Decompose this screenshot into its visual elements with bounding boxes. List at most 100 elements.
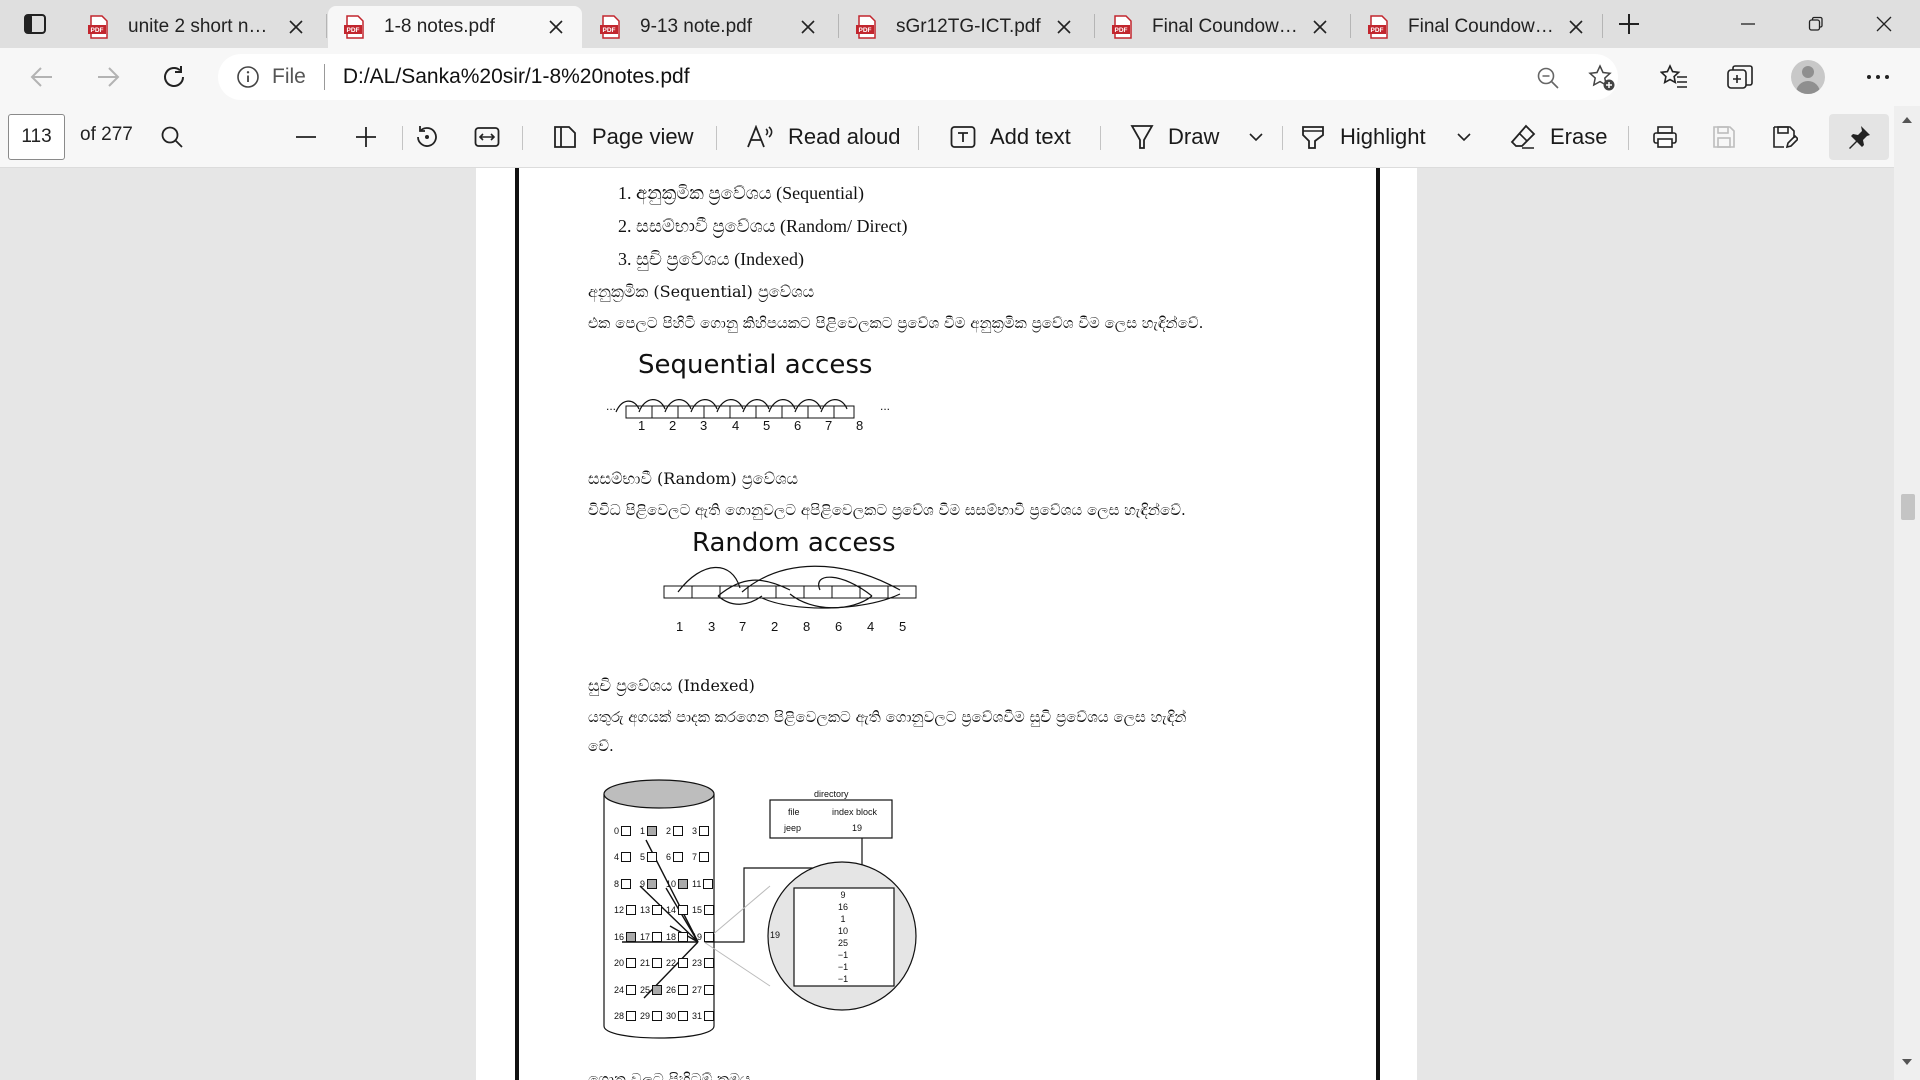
pdf-file-icon: PDF [88, 15, 108, 39]
disk-block: 7 [692, 852, 718, 862]
disk-block: 28 [614, 1011, 640, 1021]
refresh-button[interactable] [154, 57, 194, 97]
page-view-icon [554, 126, 576, 148]
add-text-button[interactable]: Add text [950, 116, 1071, 158]
disk-block: 21 [640, 958, 666, 968]
arrow-right-icon [98, 67, 120, 87]
address-bar[interactable]: File D:/AL/Sanka%20sir/1-8%20notes.pdf [218, 54, 1618, 100]
tab-title: 1-8 notes.pdf [384, 16, 495, 37]
index-block-value: 9 [840, 890, 846, 900]
highlighter-icon [1302, 126, 1324, 149]
restore-button[interactable] [1782, 0, 1850, 48]
erase-button[interactable]: Erase [1510, 116, 1607, 158]
draw-button[interactable]: Draw [1130, 116, 1219, 158]
close-tab-icon[interactable] [286, 17, 306, 37]
tab-1-8-notes[interactable]: PDF 1-8 notes.pdf [328, 6, 582, 48]
settings-more-button[interactable] [1858, 57, 1898, 97]
sequential-number: 3 [700, 418, 708, 433]
save-as-icon [1773, 126, 1798, 149]
scrollbar-thumb[interactable] [1901, 494, 1915, 520]
tab-final-coundown-b[interactable]: PDF Final Coundown 01 [1352, 6, 1602, 48]
minimize-button[interactable] [1714, 0, 1782, 48]
fit-width-icon [474, 127, 500, 147]
page-view-button[interactable]: Page view [552, 116, 694, 158]
close-tab-icon[interactable] [798, 17, 818, 37]
close-tab-icon[interactable] [1310, 17, 1330, 37]
save-as-button[interactable] [1772, 116, 1798, 158]
address-divider [323, 64, 325, 90]
svg-text:PDF: PDF [603, 27, 616, 34]
star-add-icon [1588, 64, 1615, 91]
info-icon[interactable] [236, 65, 260, 89]
find-button[interactable] [160, 116, 184, 158]
tab-separator [1350, 14, 1351, 38]
sequential-number: 8 [856, 418, 864, 433]
tab-actions-button[interactable] [14, 8, 56, 40]
sequential-description: එක පෙලට පිහිටි ගොනු කිහිපයකට පිළිවෙලකට ප… [588, 314, 1204, 332]
tab-actions-icon [24, 14, 46, 34]
toolbar-separator [1628, 126, 1629, 150]
disk-block: 12 [614, 905, 640, 915]
zoom-out-indicator[interactable] [1534, 64, 1562, 92]
disk-block: 31 [692, 1011, 718, 1021]
rotate-button[interactable] [414, 116, 440, 158]
printer-icon [1653, 126, 1677, 148]
chevron-down-icon [1457, 133, 1471, 142]
tab-9-13-note[interactable]: PDF 9-13 note.pdf [584, 6, 834, 48]
fit-width-button[interactable] [474, 116, 500, 158]
footer-partial-text: ගොනු වලට පිහිටුම් ක්‍රමය [588, 1070, 751, 1080]
disk-block: 1 [640, 826, 666, 836]
vertical-scrollbar[interactable] [1894, 106, 1920, 1080]
random-number: 5 [899, 619, 907, 634]
highlight-options-dropdown[interactable] [1456, 116, 1472, 158]
highlight-button[interactable]: Highlight [1300, 116, 1426, 158]
collections-button[interactable] [1720, 57, 1760, 97]
tab-title: Final Coundown 01 [1408, 16, 1554, 37]
zoom-out-button[interactable] [294, 116, 318, 158]
save-button[interactable] [1712, 116, 1736, 158]
toolbar-separator [1282, 126, 1283, 150]
tab-unite2[interactable]: PDF unite 2 short note.p [72, 6, 322, 48]
disk-block: 13 [640, 905, 666, 915]
scroll-down-button[interactable] [1901, 1056, 1913, 1068]
index-block-value: 1 [840, 914, 846, 924]
url-text[interactable]: D:/AL/Sanka%20sir/1-8%20notes.pdf [343, 65, 690, 89]
zoom-in-button[interactable] [354, 116, 378, 158]
chevron-down-icon [1249, 133, 1263, 142]
disk-row: 8 9 10 11 [614, 879, 718, 889]
disk-block: 26 [666, 985, 692, 995]
scroll-up-button[interactable] [1901, 114, 1913, 126]
disk-block: 11 [692, 879, 718, 889]
pdf-file-icon: PDF [344, 15, 364, 39]
close-tab-icon[interactable] [546, 17, 566, 37]
close-window-button[interactable] [1850, 0, 1918, 48]
new-tab-button[interactable] [1612, 8, 1646, 40]
minus-icon [296, 136, 316, 138]
index-block-value: −1 [837, 950, 849, 960]
directory-col-file: file [788, 807, 800, 817]
tab-final-coundown-a[interactable]: PDF Final Coundown 01 [1096, 6, 1346, 48]
favorites-button[interactable] [1654, 57, 1694, 97]
read-aloud-icon [747, 125, 773, 148]
disk-block: 19 [692, 932, 718, 942]
read-aloud-button[interactable]: Read aloud [746, 116, 901, 158]
profile-avatar[interactable] [1791, 60, 1825, 94]
zoom-out-icon [1537, 67, 1559, 89]
svg-text:PDF: PDF [1371, 27, 1384, 34]
disk-block: 29 [640, 1011, 666, 1021]
pin-toolbar-button[interactable] [1829, 114, 1889, 160]
random-access-diagram [663, 565, 917, 609]
directory-row-file: jeep [784, 823, 802, 833]
forward-button[interactable] [88, 57, 128, 97]
pdf-viewer: 1. අනුක්‍රමික ප්‍රවේශය (Sequential) 2. ස… [0, 168, 1920, 1080]
close-tab-icon[interactable] [1054, 17, 1074, 37]
back-button[interactable] [22, 57, 62, 97]
tab-sgr12tg-ict[interactable]: PDF sGr12TG-ICT.pdf [840, 6, 1090, 48]
directory-title: directory [814, 789, 849, 799]
toolbar-separator [716, 126, 717, 150]
draw-options-dropdown[interactable] [1248, 116, 1264, 158]
page-number-input[interactable]: 113 [8, 114, 65, 160]
print-button[interactable] [1652, 116, 1678, 158]
add-favorite-button[interactable] [1588, 64, 1616, 92]
close-tab-icon[interactable] [1566, 17, 1586, 37]
